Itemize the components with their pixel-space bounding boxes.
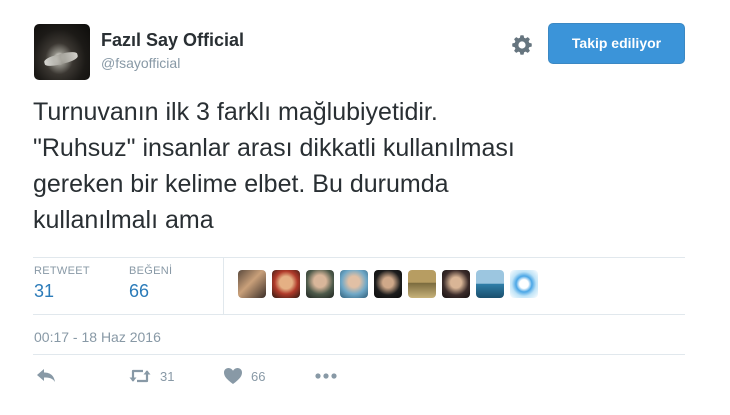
tweet-line: gereken bir kelime elbet. Bu durumda [33, 170, 449, 198]
retweet-stat-label: RETWEET [34, 265, 90, 277]
liker-avatar[interactable] [340, 270, 368, 298]
avatar-piano-shape [43, 50, 79, 68]
tweet-line: kullanılmalı ama [33, 206, 214, 234]
stats-vertical-divider [223, 258, 224, 314]
heart-icon [224, 368, 242, 384]
retweet-stat-count: 31 [34, 281, 55, 301]
gear-icon[interactable] [510, 33, 534, 57]
retweet-icon [129, 369, 151, 383]
tweet-text: Turnuvanın ilk 3 farklı mağlubiyetidir. … [33, 94, 673, 238]
stats-divider-bottom [33, 314, 685, 315]
more-button[interactable] [315, 364, 337, 388]
liker-avatar[interactable] [238, 270, 266, 298]
like-button[interactable]: 66 [223, 364, 265, 388]
stats-divider-top [33, 257, 685, 258]
actions-divider [33, 354, 685, 355]
more-icon [315, 373, 337, 379]
liker-avatar[interactable] [272, 270, 300, 298]
liker-avatar[interactable] [442, 270, 470, 298]
tweet-line: Turnuvanın ilk 3 farklı mağlubiyetidir. [33, 98, 438, 126]
liker-avatar[interactable] [306, 270, 334, 298]
following-button[interactable]: Takip ediliyor [548, 23, 685, 64]
like-stat-count: 66 [129, 281, 150, 301]
tweet-timestamp[interactable]: 00:17 - 18 Haz 2016 [34, 329, 161, 345]
liker-avatar[interactable] [476, 270, 504, 298]
user-handle[interactable]: @fsayofficial [101, 55, 180, 71]
like-action-count: 66 [251, 368, 266, 384]
tweet-line: "Ruhsuz" insanlar arası dikkatli kullanı… [33, 134, 515, 162]
retweet-action-count: 31 [160, 368, 175, 384]
reply-icon [37, 369, 55, 382]
like-stat-label: BEĞENİ [129, 265, 173, 277]
display-name[interactable]: Fazıl Say Official [101, 30, 244, 51]
profile-avatar[interactable] [34, 24, 90, 80]
liker-avatar[interactable] [510, 270, 538, 298]
reply-button[interactable] [36, 364, 56, 388]
like-stat[interactable]: BEĞENİ 66 [129, 265, 172, 302]
retweet-button[interactable]: 31 [128, 364, 174, 388]
retweet-stat[interactable]: RETWEET 31 [34, 265, 90, 302]
liker-avatar[interactable] [408, 270, 436, 298]
liker-avatar[interactable] [374, 270, 402, 298]
